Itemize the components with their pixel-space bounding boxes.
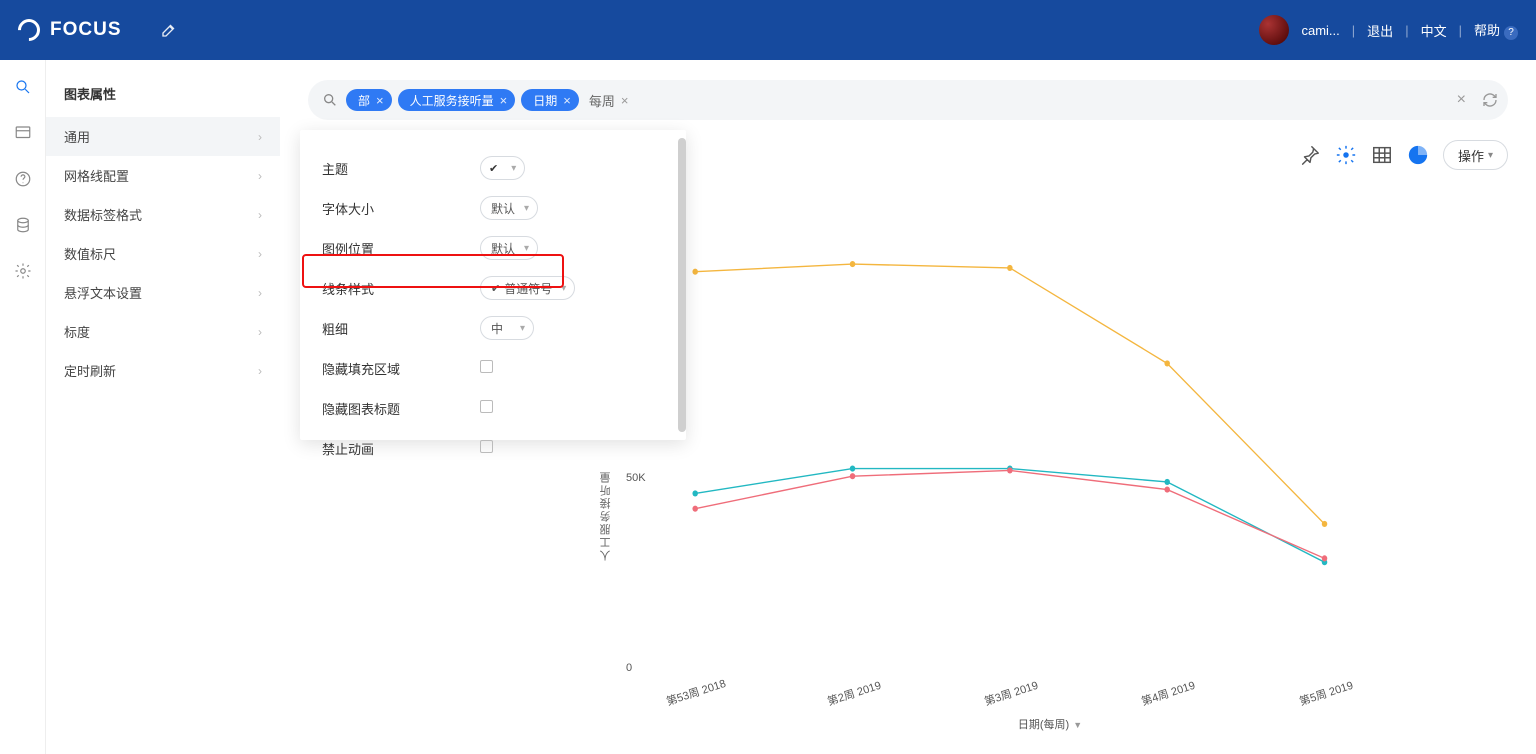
search-pill[interactable]: 人工服务接听量× bbox=[398, 89, 516, 111]
edit-icon[interactable] bbox=[160, 21, 178, 39]
logout-link[interactable]: 退出 bbox=[1367, 21, 1393, 40]
avatar[interactable] bbox=[1259, 15, 1289, 45]
brand-logo-icon bbox=[13, 14, 44, 45]
clear-search-icon[interactable]: × bbox=[1457, 91, 1466, 109]
legendpos-label: 图例位置 bbox=[322, 239, 480, 258]
sidebar: 图表属性 通用›网格线配置›数据标签格式›数值标尺›悬浮文本设置›标度›定时刷新… bbox=[46, 60, 280, 754]
search-pill[interactable]: 部× bbox=[346, 89, 392, 111]
rail-settings-icon[interactable] bbox=[14, 262, 32, 280]
help-icon: ? bbox=[1504, 26, 1518, 40]
thickness-label: 粗细 bbox=[322, 319, 480, 338]
x-tick: 第2周 2019 bbox=[825, 677, 883, 709]
x-tick: 第5周 2019 bbox=[1297, 677, 1355, 709]
username[interactable]: cami... bbox=[1301, 23, 1339, 38]
rail-help-icon[interactable] bbox=[14, 170, 32, 188]
search-pill[interactable]: 日期× bbox=[521, 89, 579, 111]
fontsize-label: 字体大小 bbox=[322, 199, 480, 218]
operations-button[interactable]: 操作▾ bbox=[1443, 140, 1508, 170]
refresh-icon[interactable] bbox=[1482, 92, 1498, 108]
hidetitle-checkbox[interactable] bbox=[480, 400, 493, 413]
search-plain-chip[interactable]: 每周× bbox=[589, 91, 629, 110]
y-tick: 0 bbox=[626, 662, 632, 674]
rail-pinboard-icon[interactable] bbox=[14, 124, 32, 142]
x-tick: 第4周 2019 bbox=[1139, 677, 1197, 709]
hidefill-label: 隐藏填充区域 bbox=[322, 359, 480, 378]
x-tick: 第3周 2019 bbox=[982, 677, 1040, 709]
y-axis-label: 人工服务接听量 bbox=[598, 470, 614, 561]
chart-area: 人工服务接听量 客服A部客服B部客服C部 050K 第53周 2018第2周 2… bbox=[604, 240, 1496, 734]
help-link[interactable]: 帮助? bbox=[1474, 20, 1518, 40]
sidebar-item[interactable]: 定时刷新› bbox=[46, 351, 280, 390]
sidebar-title: 图表属性 bbox=[46, 60, 280, 117]
topnav-right: cami... | 退出 | 中文 | 帮助? bbox=[1259, 15, 1518, 45]
sidebar-item[interactable]: 网格线配置› bbox=[46, 156, 280, 195]
legendpos-select[interactable]: 默认▾ bbox=[480, 236, 538, 260]
noanim-label: 禁止动画 bbox=[322, 439, 480, 458]
brand-text: FOCUS bbox=[50, 19, 122, 41]
sidebar-item[interactable]: 悬浮文本设置› bbox=[46, 273, 280, 312]
table-icon[interactable] bbox=[1371, 144, 1393, 166]
theme-label: 主题 bbox=[322, 159, 480, 178]
y-tick: 50K bbox=[626, 472, 646, 484]
pill-remove-icon[interactable]: × bbox=[563, 93, 571, 108]
hidetitle-label: 隐藏图表标题 bbox=[322, 399, 480, 418]
x-axis-label[interactable]: 日期(每周)▼ bbox=[1018, 716, 1082, 732]
theme-select[interactable]: ✔ ▾ bbox=[480, 156, 525, 180]
pill-remove-icon[interactable]: × bbox=[500, 93, 508, 108]
rail-data-icon[interactable] bbox=[14, 216, 32, 234]
search-bar[interactable]: 部× 人工服务接听量×日期× 每周× × bbox=[308, 80, 1508, 120]
top-nav: FOCUS cami... | 退出 | 中文 | 帮助? bbox=[0, 0, 1536, 60]
rail-search-icon[interactable] bbox=[14, 78, 32, 96]
linestyle-label: 线条样式 bbox=[322, 279, 480, 298]
sidebar-item[interactable]: 通用› bbox=[46, 117, 280, 156]
pill-remove-icon[interactable]: × bbox=[376, 93, 384, 108]
fontsize-select[interactable]: 默认▾ bbox=[480, 196, 538, 220]
noanim-checkbox[interactable] bbox=[480, 440, 493, 453]
search-icon bbox=[322, 92, 338, 108]
line-chart bbox=[648, 240, 1356, 678]
linestyle-select[interactable]: ✔普通符号▾ bbox=[480, 276, 575, 300]
pin-icon[interactable] bbox=[1299, 144, 1321, 166]
x-tick: 第53周 2018 bbox=[664, 675, 728, 709]
sidebar-item[interactable]: 数据标签格式› bbox=[46, 195, 280, 234]
chart-properties-panel: 主题 ✔ ▾ 字体大小 默认▾ 图例位置 默认▾ 线条样式 ✔普通符号▾ 粗细 … bbox=[300, 130, 686, 440]
sidebar-item[interactable]: 标度› bbox=[46, 312, 280, 351]
lang-link[interactable]: 中文 bbox=[1421, 21, 1447, 40]
sidebar-item[interactable]: 数值标尺› bbox=[46, 234, 280, 273]
left-rail bbox=[0, 60, 46, 754]
hidefill-checkbox[interactable] bbox=[480, 360, 493, 373]
brand: FOCUS bbox=[18, 19, 122, 41]
chart-type-icon[interactable] bbox=[1407, 144, 1429, 166]
config-icon[interactable] bbox=[1335, 144, 1357, 166]
thickness-select[interactable]: 中▾ bbox=[480, 316, 534, 340]
